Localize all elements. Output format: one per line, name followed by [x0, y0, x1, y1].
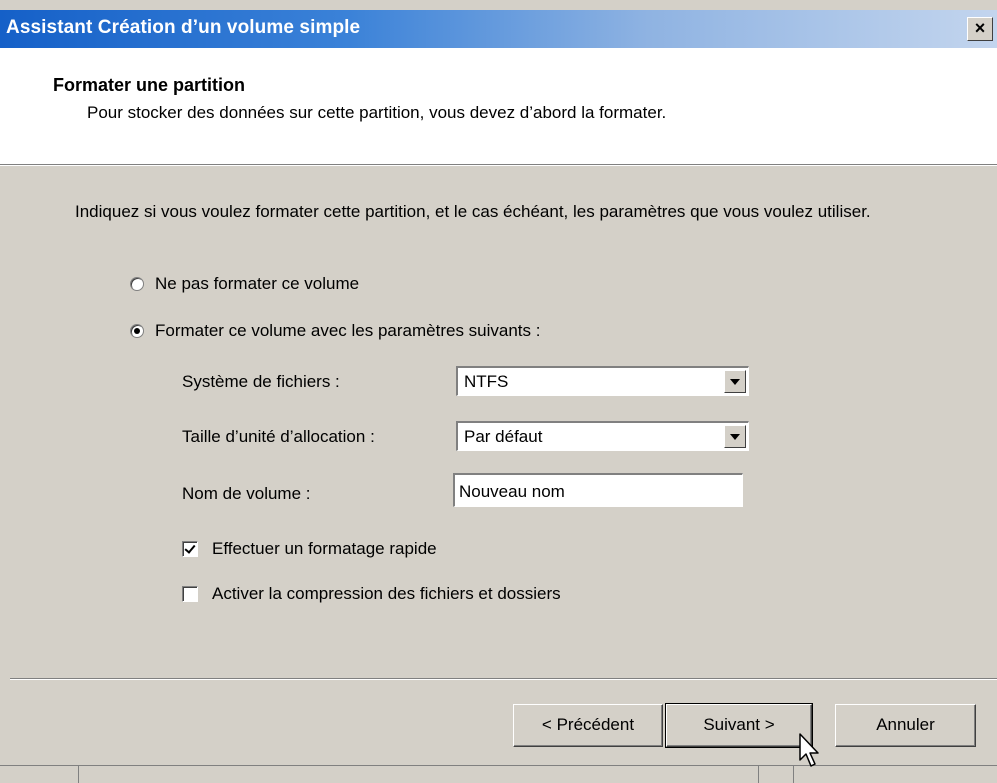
quick-format-label: Effectuer un formatage rapide — [212, 539, 437, 558]
page-subtitle: Pour stocker des données sur cette parti… — [87, 103, 667, 122]
chevron-down-icon[interactable] — [724, 370, 746, 393]
compression-checkbox[interactable] — [182, 586, 198, 602]
strip-cell — [78, 766, 759, 783]
radio-button-checked[interactable] — [130, 324, 144, 338]
wizard-header: Formater une partition Pour stocker des … — [0, 48, 997, 165]
volume-name-input[interactable] — [453, 473, 743, 507]
radio-do-not-format[interactable]: Ne pas formater ce volume — [130, 273, 359, 295]
compression-label: Activer la compression des fichiers et d… — [212, 584, 561, 603]
filesystem-label: Système de fichiers : — [182, 372, 340, 391]
allocation-unit-value: Par défaut — [464, 427, 543, 446]
allocation-unit-label: Taille d’unité d’allocation : — [182, 427, 375, 446]
close-icon: × — [974, 18, 986, 38]
background-window-strip — [0, 765, 997, 783]
strip-cell — [0, 766, 79, 783]
filesystem-select[interactable]: NTFS — [455, 365, 750, 397]
quick-format-checkbox[interactable] — [182, 541, 198, 557]
filesystem-value: NTFS — [464, 372, 509, 391]
radio-format-volume-label: Formater ce volume avec les paramètres s… — [155, 321, 541, 340]
mouse-pointer-icon — [799, 733, 819, 767]
previous-button[interactable]: < Précédent — [513, 704, 663, 747]
radio-button-unchecked[interactable] — [130, 277, 144, 291]
title-bar[interactable]: Assistant Création d’un volume simple × — [0, 10, 997, 48]
next-button[interactable]: Suivant > — [665, 703, 813, 748]
page-title: Formater une partition — [53, 75, 246, 95]
header-divider — [0, 165, 997, 166]
close-button[interactable]: × — [967, 17, 993, 41]
cancel-button[interactable]: Annuler — [835, 704, 976, 747]
format-partition-wizard: Assistant Création d’un volume simple × … — [0, 0, 997, 783]
strip-cell — [788, 766, 794, 783]
compression-option[interactable]: Activer la compression des fichiers et d… — [182, 583, 561, 605]
footer-divider — [10, 678, 997, 680]
window-title: Assistant Création d’un volume simple — [6, 17, 361, 38]
volume-name-label: Nom de volume : — [182, 484, 311, 503]
radio-do-not-format-label: Ne pas formater ce volume — [155, 274, 360, 293]
quick-format-option[interactable]: Effectuer un formatage rapide — [182, 538, 437, 560]
instructions-text: Indiquez si vous voulez formater cette p… — [75, 202, 871, 221]
radio-format-volume[interactable]: Formater ce volume avec les paramètres s… — [130, 320, 540, 342]
chevron-down-icon[interactable] — [724, 425, 746, 448]
allocation-unit-select[interactable]: Par défaut — [455, 420, 750, 452]
